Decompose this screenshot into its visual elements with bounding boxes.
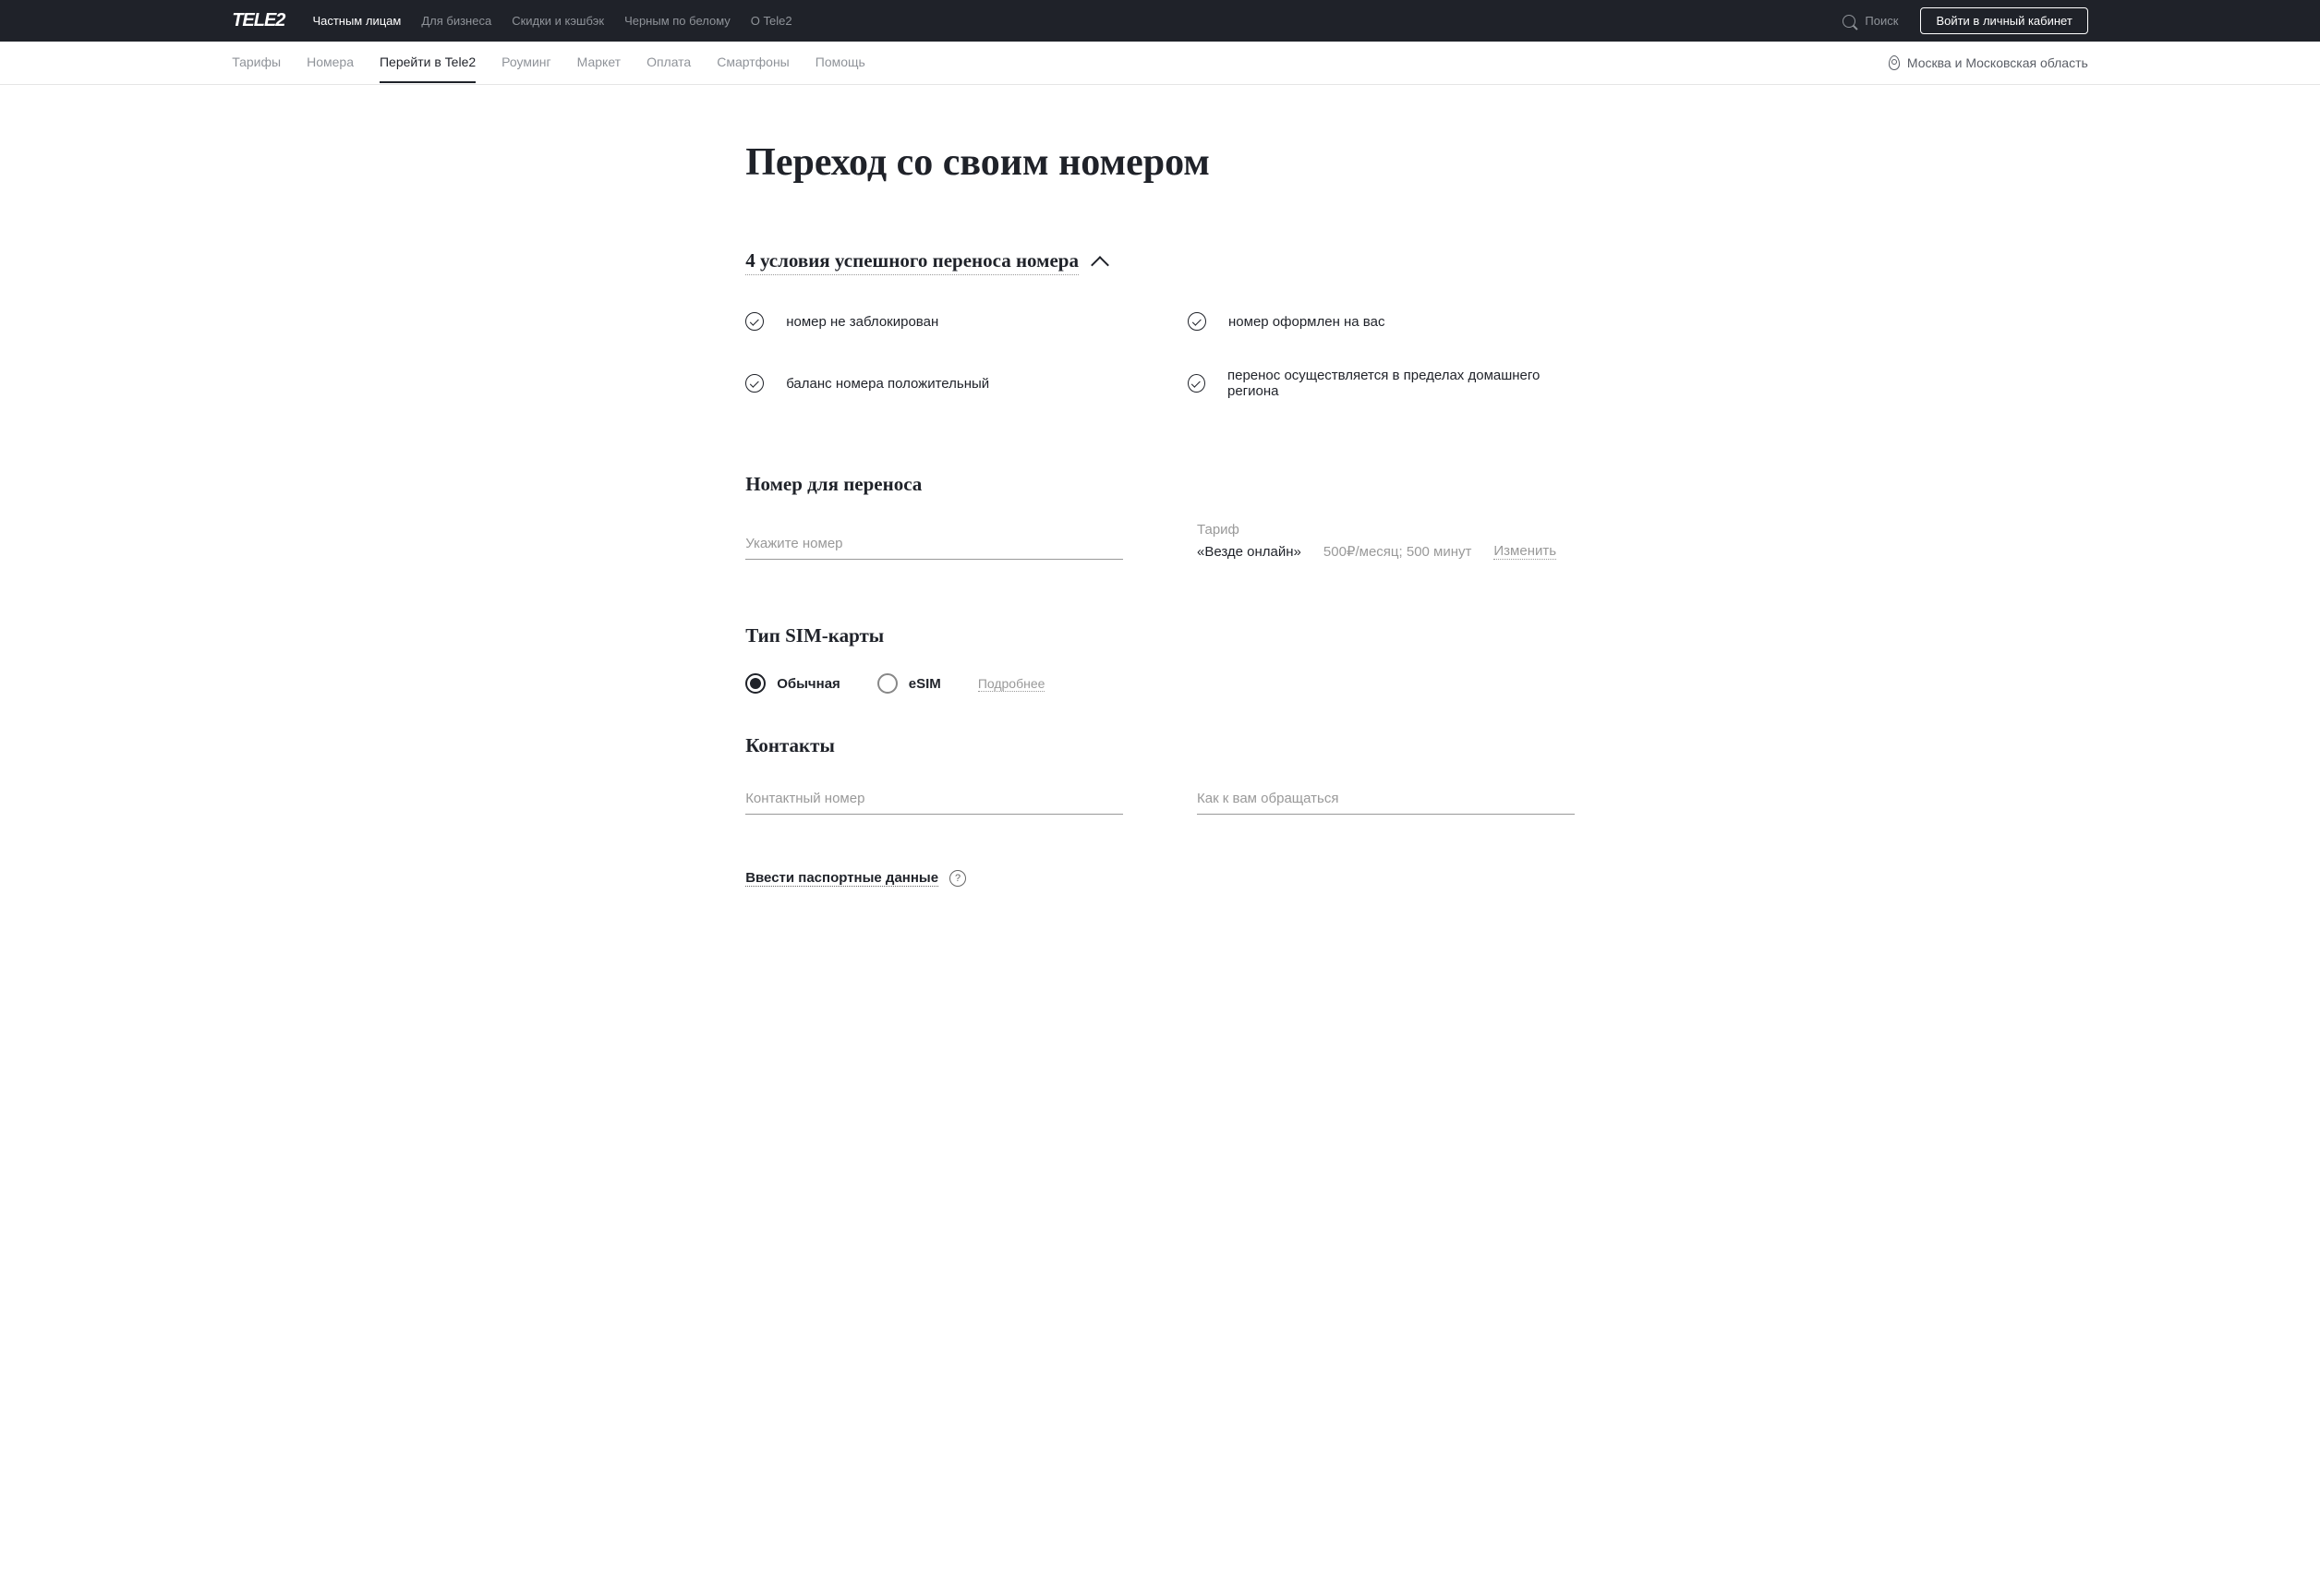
condition-text: баланс номера положительный [786,376,989,392]
search-button[interactable]: Поиск [1843,14,1898,28]
top-nav-business[interactable]: Для бизнеса [421,14,491,28]
main-nav: Тарифы Номера Перейти в Tele2 Роуминг Ма… [232,42,1889,83]
change-tariff-link[interactable]: Изменить [1493,543,1556,560]
region-selector[interactable]: Москва и Московская область [1889,55,2088,70]
tariff-label: Тариф [1197,522,1575,538]
tariff-block: Тариф «Везде онлайн» 500₽/месяц; 500 мин… [1197,522,1575,560]
top-nav: Частным лицам Для бизнеса Скидки и кэшбэ… [312,14,1843,28]
sim-heading: Тип SIM-карты [745,624,1575,647]
top-nav-black-white[interactable]: Черным по белому [624,14,731,28]
condition-text: номер оформлен на вас [1228,314,1384,330]
sim-label: eSIM [909,676,941,692]
top-nav-private[interactable]: Частным лицам [312,14,401,28]
nav-payment[interactable]: Оплата [646,42,691,83]
nav-roaming[interactable]: Роуминг [501,42,550,83]
nav-smartphones[interactable]: Смартфоны [717,42,790,83]
number-heading: Номер для переноса [745,473,1575,496]
contact-phone-input[interactable] [745,783,1123,815]
sim-option-esim[interactable]: eSIM [877,673,941,694]
region-label: Москва и Московская область [1907,55,2088,70]
radio-icon [877,673,898,694]
contact-name-input[interactable] [1197,783,1575,815]
condition-item: номер оформлен на вас [1188,312,1575,331]
search-icon [1843,15,1855,28]
condition-item: перенос осуществляется в пределах домашн… [1188,368,1575,399]
conditions-toggle[interactable]: 4 условия успешного переноса номера [745,249,1575,275]
top-nav-about[interactable]: О Tele2 [751,14,792,28]
check-circle-icon [745,312,764,331]
condition-text: номер не заблокирован [786,314,938,330]
nav-tariffs[interactable]: Тарифы [232,42,281,83]
passport-data-link[interactable]: Ввести паспортные данные [745,870,938,887]
condition-text: перенос осуществляется в пределах домашн… [1227,368,1575,399]
conditions-list: номер не заблокирован номер оформлен на … [745,312,1575,399]
phone-number-input[interactable] [745,528,1123,560]
top-nav-discounts[interactable]: Скидки и кэшбэк [512,14,604,28]
check-circle-icon [1188,374,1205,393]
tariff-price: 500₽/месяц; 500 минут [1323,543,1471,560]
help-icon[interactable]: ? [949,870,966,887]
sim-option-regular[interactable]: Обычная [745,673,840,694]
tariff-name: «Везде онлайн» [1197,544,1301,560]
logo[interactable]: TELE2 [232,10,284,31]
location-pin-icon [1889,55,1900,70]
check-circle-icon [745,374,764,393]
condition-item: баланс номера положительный [745,368,1132,399]
chevron-up-icon [1091,256,1109,274]
login-button[interactable]: Войти в личный кабинет [1920,7,2087,34]
sim-label: Обычная [777,676,840,692]
search-label: Поиск [1865,14,1898,28]
condition-item: номер не заблокирован [745,312,1132,331]
nav-numbers[interactable]: Номера [307,42,354,83]
esim-more-link[interactable]: Подробнее [978,676,1045,692]
conditions-title: 4 условия успешного переноса номера [745,249,1079,275]
page-title: Переход со своим номером [745,140,1575,185]
nav-market[interactable]: Маркет [577,42,621,83]
check-circle-icon [1188,312,1206,331]
nav-help[interactable]: Помощь [816,42,865,83]
radio-icon [745,673,766,694]
nav-switch-to-tele2[interactable]: Перейти в Tele2 [380,42,476,83]
contacts-heading: Контакты [745,734,1575,757]
